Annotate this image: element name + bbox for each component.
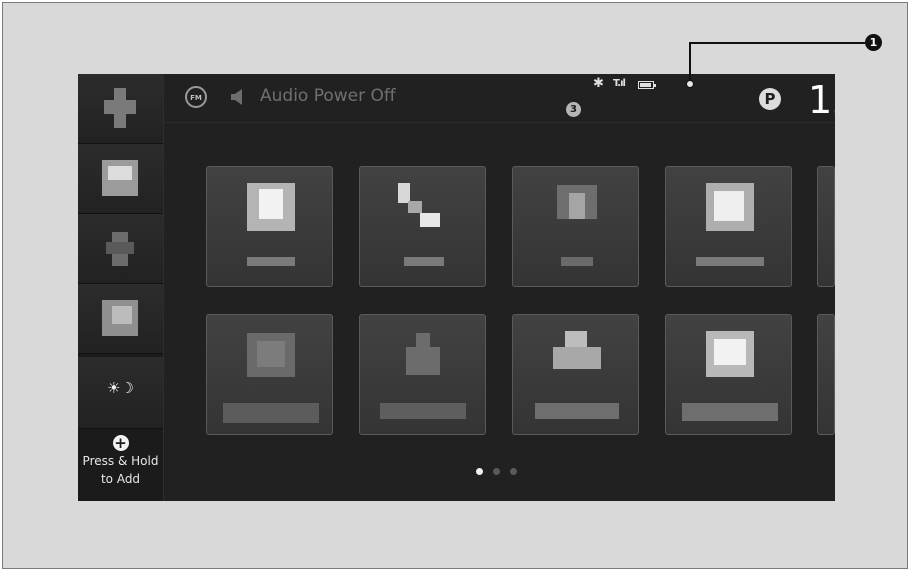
phone-icon-end [420, 213, 440, 227]
app-tile-icon-base [406, 347, 440, 375]
app-tile-icon-detail [259, 189, 283, 219]
callout-1: 1 [865, 34, 882, 51]
page-dot[interactable] [510, 468, 517, 475]
app-tile-icon-base [553, 347, 601, 369]
app-tile-label [535, 403, 619, 419]
app-tile-label [247, 257, 295, 266]
phone-icon-mid [408, 201, 422, 213]
sidebar-item-app-3[interactable] [78, 284, 163, 354]
fm-source-icon[interactable]: FM [185, 86, 207, 108]
app-tile-label [682, 403, 778, 421]
callout-leader-line [689, 42, 691, 82]
app-tile[interactable] [359, 166, 486, 287]
app-tile-icon-detail [257, 341, 285, 367]
speaker-icon [231, 89, 242, 105]
phone-icon [398, 183, 410, 203]
app-icon-detail [112, 306, 132, 324]
press-hold-to-add-button[interactable]: + Press & Hold to Add [78, 429, 163, 501]
sidebar-item-day-night[interactable]: ☀☽ [78, 357, 163, 429]
app-tile-icon-detail [714, 339, 746, 365]
sidebar: ☀☽ + Press & Hold to Add [78, 74, 164, 501]
status-bar: FM Audio Power Off ✱ T.ıl P 12:34 [163, 74, 835, 123]
app-tile-icon-detail [714, 191, 744, 221]
app-tile-label [223, 403, 319, 423]
plus-icon: + [112, 434, 129, 452]
audio-status-text: Audio Power Off [260, 86, 396, 106]
app-tile-icon [565, 331, 587, 347]
home-icon-bar [104, 100, 136, 114]
page-dot-active[interactable] [476, 468, 483, 475]
app-tile-icon-detail [569, 193, 585, 219]
app-tile[interactable] [512, 166, 639, 287]
add-label-line2: to Add [100, 472, 141, 486]
app-tile-label [380, 403, 466, 419]
app-tile-partial[interactable] [817, 166, 835, 287]
app-tile-label [696, 257, 764, 266]
parking-indicator: P [759, 88, 781, 110]
sidebar-item-home[interactable] [78, 74, 163, 144]
app-icon-detail [106, 242, 134, 254]
bluetooth-icon: ✱ [593, 76, 604, 91]
app-tile[interactable] [665, 166, 792, 287]
app-tile[interactable] [206, 166, 333, 287]
app-icon-detail [108, 166, 132, 180]
app-tile-icon [416, 333, 430, 347]
battery-icon [638, 81, 656, 89]
clock: 12:34 [808, 78, 835, 122]
app-tile[interactable] [512, 314, 639, 435]
app-tile[interactable] [359, 314, 486, 435]
app-tile[interactable] [206, 314, 333, 435]
app-tile[interactable] [665, 314, 792, 435]
callout-leader-line [689, 42, 865, 44]
head-unit-screen: ☀☽ + Press & Hold to Add FM Audio Power … [78, 74, 835, 501]
page-dot[interactable] [493, 468, 500, 475]
callout-3: 3 [566, 102, 581, 117]
app-tile-label [404, 257, 444, 266]
callout-anchor-dot [686, 80, 694, 88]
app-tile-label [561, 257, 593, 266]
sidebar-item-app-2[interactable] [78, 214, 163, 284]
sidebar-item-app-1[interactable] [78, 144, 163, 214]
add-label-line1: Press & Hold [82, 454, 159, 468]
day-night-icon: ☀☽ [107, 379, 134, 397]
app-tile-partial[interactable] [817, 314, 835, 435]
signal-strength-icon: T.ıl [613, 78, 626, 89]
